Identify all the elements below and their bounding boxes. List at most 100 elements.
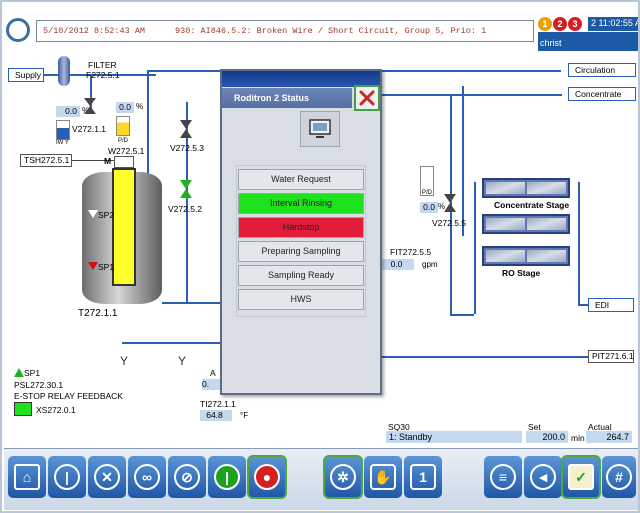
fit-unit: gpm [422, 260, 438, 269]
monitor-icon [309, 119, 331, 138]
manual-hand-icon: ✋ [370, 464, 396, 490]
tsh-tag[interactable]: TSH272.5.1 [20, 154, 72, 167]
tank-return-pipe [162, 302, 222, 304]
valve-v2721-tag: V272.1.1 [72, 124, 107, 134]
alarm-timestamp: 5/10/2012 8:52:43 AM [43, 26, 146, 36]
hidden-a-value: 0. [202, 379, 220, 390]
alarm-banner[interactable]: 5/10/2012 8:52:43 AM 930: AI846.5.2: Bro… [36, 20, 534, 42]
valve-v27255-tag: V272.5.5 [432, 218, 467, 228]
sound-button[interactable]: ◄ [524, 456, 562, 498]
tank-tag: T272.1.1 [78, 308, 118, 319]
valve-v27252-icon[interactable] [180, 180, 192, 189]
power-button[interactable]: | [48, 456, 86, 498]
tank-level-bar [112, 168, 136, 286]
indicator-bar-pd [116, 116, 130, 136]
alarm-counters[interactable]: 1 2 3 [538, 17, 582, 31]
no-tools-icon: ⊘ [174, 464, 200, 490]
ro-stage-module[interactable] [482, 246, 570, 266]
alarm-message: 930: AI846.5.2: Broken Wire / Short Circ… [175, 26, 487, 36]
indicator-bar-iw [56, 120, 70, 140]
filter-icon[interactable] [58, 56, 70, 86]
valve-v27253-icon[interactable] [180, 120, 192, 129]
alarm-priority-2-badge[interactable]: 2 [553, 17, 567, 31]
close-icon [359, 90, 375, 106]
service-tools-button[interactable]: ✕ [88, 456, 126, 498]
sp1-legend-label: SP1 [24, 368, 41, 378]
popup-monitor-button[interactable] [300, 111, 340, 147]
circulation-tag[interactable]: Circulation [568, 63, 636, 77]
psl-tag: PSL272.30.1 [14, 380, 64, 390]
state-hws[interactable]: HWS [238, 289, 364, 310]
set-value: 200.0 [526, 431, 568, 443]
start-button[interactable]: | [208, 456, 246, 498]
stage-bottom-pipe [450, 314, 474, 316]
app-logo-icon[interactable] [6, 18, 30, 42]
ti-value: 64.8 [200, 410, 232, 421]
checklist-icon: ✓ [568, 464, 594, 490]
valve-v27255-icon-lower[interactable] [444, 203, 456, 212]
edi-pipe [578, 304, 588, 306]
step-button[interactable]: 1 [404, 456, 442, 498]
no-tools-button[interactable]: ⊘ [168, 456, 206, 498]
step-one-icon: 1 [410, 464, 436, 490]
concentrate-stage-module-2[interactable] [482, 214, 570, 234]
valve-v1-icon-lower[interactable] [84, 106, 96, 114]
ti-unit: °F [240, 411, 249, 420]
concentrate-tag[interactable]: Concentrate [568, 87, 636, 101]
home-icon: ⌂ [14, 464, 40, 490]
xs-status-indicator[interactable] [14, 402, 32, 416]
state-hardstop[interactable]: Hardstop [238, 217, 364, 238]
hmi-screen: 5/10/2012 8:52:43 AM 930: AI846.5.2: Bro… [0, 0, 640, 513]
state-sampling-ready[interactable]: Sampling Ready [238, 265, 364, 286]
estop-label: E-STOP RELAY FEEDBACK [14, 391, 123, 401]
mixer-m-label: M [104, 156, 112, 166]
valve-v1-icon[interactable] [84, 98, 96, 106]
grid-icon: # [606, 464, 632, 490]
ro-stage-label: RO Stage [502, 268, 541, 278]
valve-v27252-icon-lower[interactable] [180, 189, 192, 198]
sp1-legend-icon [14, 368, 24, 377]
status-popup[interactable]: Roditron 2 Status Water Request Interval… [220, 69, 382, 395]
concentrate-stage-module-1[interactable] [482, 178, 570, 198]
mixer-motor-icon[interactable] [114, 156, 134, 168]
pd2-label: P/D [422, 190, 433, 196]
valve-v1-position: 0.0 [56, 106, 80, 117]
ti-tag: TI272.1.1 [200, 399, 236, 409]
state-preparing-sampling[interactable]: Preparing Sampling [238, 241, 364, 262]
popup-close-button[interactable] [354, 85, 380, 111]
hidden-a-label: A [210, 368, 216, 378]
edi-tag[interactable]: EDI [588, 298, 634, 312]
stop-button[interactable]: ● [247, 455, 287, 499]
list-menu-button[interactable]: ≡ [484, 456, 522, 498]
valve-v27255-position: 0.0 [420, 202, 438, 213]
user-name[interactable]: christ [538, 38, 638, 51]
filter-tag: F272.5.1 [86, 70, 120, 80]
valve-v27253-icon-lower[interactable] [180, 129, 192, 138]
valve-v27253-tag: V272.5.3 [170, 143, 205, 153]
sq-value: 1: Standby [386, 431, 522, 443]
sound-icon: ◄ [530, 464, 556, 490]
valve-v2-position: 0.0 [116, 102, 134, 113]
checklist-button[interactable]: ✓ [561, 455, 601, 499]
valve-v27255-icon[interactable] [444, 194, 456, 203]
link-button[interactable]: ∞ [128, 456, 166, 498]
grid-button[interactable]: # [602, 456, 636, 498]
home-button[interactable]: ⌂ [8, 456, 46, 498]
settings-button[interactable]: ✲ [323, 455, 363, 499]
alarm-priority-3-badge[interactable]: 3 [568, 17, 582, 31]
concentrate-stage-label: Concentrate Stage [494, 200, 570, 210]
valve-v27252-tag: V272.5.2 [168, 204, 203, 214]
stop-icon: ● [254, 464, 280, 490]
supply-tag[interactable]: Supply [8, 68, 44, 82]
state-water-request[interactable]: Water Request [238, 169, 364, 190]
drain-y-icon: Y [120, 354, 129, 368]
manual-button[interactable]: ✋ [364, 456, 402, 498]
link-icon: ∞ [134, 464, 160, 490]
iw-label: IW Y [56, 140, 69, 146]
alarm-priority-1-badge[interactable]: 1 [538, 17, 552, 31]
filter-label: FILTER [88, 60, 117, 70]
state-interval-rinsing[interactable]: Interval Rinsing [238, 193, 364, 214]
w2725-tag: W272.5.1 [108, 146, 145, 156]
pit-tag[interactable]: PIT271.6.1 [588, 350, 634, 363]
valve-v2-unit: % [136, 102, 144, 111]
